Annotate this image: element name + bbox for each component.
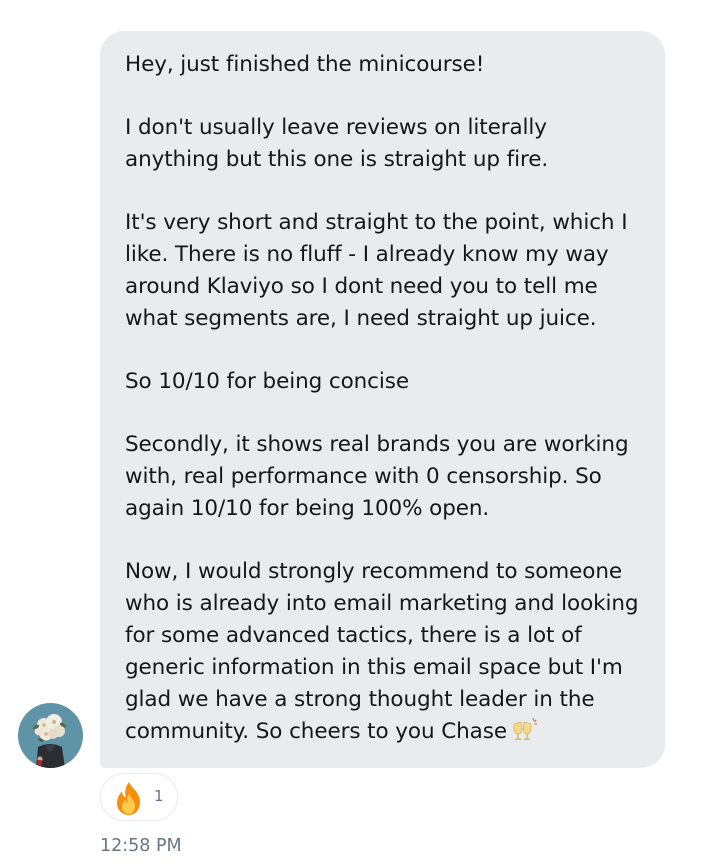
message-paragraph-last: Now, I would strongly recommend to someo… <box>125 556 645 748</box>
avatar-image <box>18 703 83 768</box>
reaction-count: 1 <box>154 787 164 805</box>
message-paragraph: Secondly, it shows real brands you are w… <box>125 432 629 521</box>
message-timestamp: 12:58 PM <box>100 836 182 856</box>
message-paragraph: It's very short and straight to the poin… <box>125 210 628 331</box>
avatar[interactable] <box>18 703 83 768</box>
message-paragraph: I don't usually leave reviews on literal… <box>125 115 549 172</box>
message-bubble[interactable]: Hey, just finished the minicourse! I don… <box>100 31 665 768</box>
message-paragraph: Hey, just finished the minicourse! <box>125 52 485 77</box>
message-paragraph: So 10/10 for being concise <box>125 369 410 394</box>
reaction-pill[interactable]: 1 <box>100 773 178 821</box>
fire-icon <box>117 782 140 815</box>
clinking-glasses-icon <box>513 717 537 740</box>
message-paragraph-text: Now, I would strongly recommend to someo… <box>125 559 639 744</box>
